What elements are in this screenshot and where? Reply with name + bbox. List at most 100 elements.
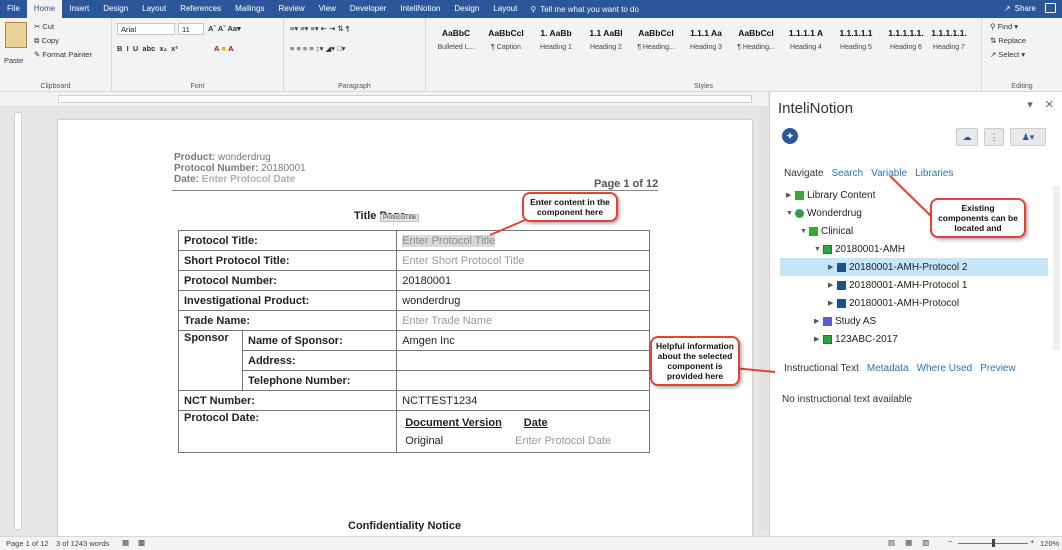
protocol-title-field[interactable]: Enter Protocol Title [402,234,496,247]
style-caption[interactable]: AaBbCcI ¶ Caption [478,22,534,60]
close-icon[interactable]: ✕ [1045,98,1054,111]
horizontal-ruler[interactable] [58,95,752,103]
style-heading-5[interactable]: 1.1.1.1.1 Heading 5 [828,22,884,60]
short-title-field[interactable]: Enter Short Protocol Title [396,250,650,271]
share-button[interactable]: ↗ Share [1004,0,1036,18]
zoom-slider[interactable]: − + [948,537,1038,548]
word-count[interactable]: 3 of 1243 words [56,539,109,548]
nct-field[interactable]: NCTTEST1234 [396,390,650,411]
tab-file[interactable]: File [0,0,27,18]
product-field[interactable]: wonderdrug [396,290,650,311]
view-buttons[interactable]: ▤▦▧ [888,538,939,547]
tab-layout[interactable]: Layout [135,0,173,18]
list-buttons[interactable]: ≡▾ ≡▾ ≡▾ ⇤ ⇥ ⇅ ¶ [290,24,350,33]
zoom-thumb[interactable] [992,539,995,547]
document-area[interactable]: Product: wonderdrug Protocol Number: 201… [0,106,768,536]
font-size-controls[interactable]: Aˆ Aˇ Aa▾ [208,24,241,33]
tree-node[interactable]: ▼ 20180001-AMH [780,240,1048,258]
tab-instructional-text[interactable]: Instructional Text [780,363,863,374]
paste-icon[interactable] [5,22,27,48]
font-format-buttons[interactable]: B I U abc x₂ x² [117,44,178,53]
style-heading-2[interactable]: 1.1 AaBl Heading 2 [578,22,634,60]
font-name-combo[interactable]: Arial [117,23,175,35]
tab-search[interactable]: Search [827,168,867,179]
expand-icon[interactable]: ▶ [828,281,837,289]
tab-mailings[interactable]: Mailings [228,0,271,18]
style-heading-para-2[interactable]: AaBbCcI ¶ Heading... [728,22,784,60]
zoom-level[interactable]: 120% [1040,539,1059,548]
zoom-out-icon[interactable]: − [948,537,952,546]
tab-navigate[interactable]: Navigate [780,168,827,179]
more-menu-button[interactable]: ⋮ [984,128,1004,146]
tree-node[interactable]: ▶ 20180001-AMH-Protocol 1 [780,276,1048,294]
tab-review[interactable]: Review [271,0,311,18]
sponsor-name-field[interactable]: Amgen Inc [396,330,650,351]
expand-icon[interactable]: ▶ [828,299,837,307]
user-menu-button[interactable]: ♟▾ [1010,128,1046,146]
macro-icon[interactable]: ▩ [138,538,145,547]
style-heading-3[interactable]: 1.1.1 Aa Heading 3 [678,22,734,60]
date-placeholder[interactable]: Enter Protocol Date [202,174,295,185]
tab-view[interactable]: View [312,0,343,18]
expand-icon[interactable]: ▶ [786,191,795,199]
trade-name-field[interactable]: Enter Trade Name [396,310,650,331]
phone-field[interactable] [396,370,650,391]
tab-home[interactable]: Home [26,0,63,18]
tab-variable[interactable]: Variable [867,168,911,179]
font-color-buttons[interactable]: A ■ A [214,44,234,53]
component-tag[interactable]: ProtocolTitle [380,214,420,222]
protocol-date-field[interactable]: Enter Protocol Date [515,435,611,447]
collapse-icon[interactable]: ▼ [786,210,795,217]
tree-node[interactable]: ▶ Study AS [780,312,1048,330]
expand-icon[interactable]: ▶ [814,317,823,325]
document-page[interactable]: Product: wonderdrug Protocol Number: 201… [58,120,752,536]
copy-button[interactable]: ⧉ Copy [34,36,59,46]
tree-scrollbar[interactable] [1053,186,1060,350]
protocol-number-field[interactable]: 20180001 [396,270,650,291]
align-buttons[interactable]: ≡ ≡ ≡ ≡ ↕▾ ◢▾ □▾ [290,44,345,53]
address-field[interactable] [396,350,650,371]
select-button[interactable]: ↗ Select ▾ [990,50,1025,59]
tab-insert[interactable]: Insert [62,0,96,18]
cut-label: Cut [42,22,55,31]
find-button[interactable]: ⚲ Find ▾ [990,22,1018,31]
replace-button[interactable]: ⇅ Replace [990,36,1026,45]
zoom-in-icon[interactable]: + [1030,537,1034,546]
style-heading-7[interactable]: 1.1.1.1.1. Heading 7 [926,22,972,60]
collapse-icon[interactable]: ▼ [814,246,823,253]
tab-references[interactable]: References [173,0,228,18]
proofing-icon[interactable]: ▦ [122,538,129,547]
style-heading-para-1[interactable]: AaBbCcI ¶ Heading... [628,22,684,60]
document-scrollbar[interactable] [760,106,768,530]
tab-metadata[interactable]: Metadata [863,363,913,374]
page-status[interactable]: Page 1 of 12 [6,539,49,548]
tree-node[interactable]: ▶ 20180001-AMH-Protocol [780,294,1048,312]
cut-button[interactable]: ✂ Cut [34,22,54,31]
paste-button[interactable]: Paste [4,56,23,65]
tab-design[interactable]: Design [96,0,135,18]
tab-developer[interactable]: Developer [343,0,393,18]
expand-icon[interactable]: ▶ [828,263,837,271]
tell-me-box[interactable]: ⚲ Tell me what you want to do [530,5,639,14]
tab-table-design[interactable]: Design [447,0,486,18]
font-size-combo[interactable]: 11 [178,23,204,35]
tab-preview[interactable]: Preview [976,363,1020,374]
style-bulleted[interactable]: AaBbC Bulleted L... [428,22,484,60]
style-heading-1[interactable]: 1. AaBb Heading 1 [528,22,584,60]
tree-node[interactable]: ▶ 123ABC-2017 [780,330,1048,348]
pane-options-icon[interactable]: ▾ [1027,98,1033,111]
comments-icon[interactable] [1045,3,1056,13]
collapse-icon[interactable]: ▼ [800,228,809,235]
vertical-ruler[interactable] [14,112,22,530]
tab-libraries[interactable]: Libraries [911,168,957,179]
style-heading-4[interactable]: 1.1.1.1 A Heading 4 [778,22,834,60]
cloud-sync-button[interactable]: ☁ [956,128,978,146]
tab-where-used[interactable]: Where Used [913,363,977,374]
tree-node-selected[interactable]: ▶ 20180001-AMH-Protocol 2 [780,258,1048,276]
protocol-title-cell[interactable]: Enter Protocol Title [396,230,650,251]
tree-node-label: 20180001-AMH [835,243,906,255]
expand-icon[interactable]: ▶ [814,335,823,343]
format-painter-button[interactable]: ✎ Format Painter [34,50,92,59]
tab-table-layout[interactable]: Layout [486,0,524,18]
tab-intelinotion[interactable]: InteliNotion [393,0,447,18]
